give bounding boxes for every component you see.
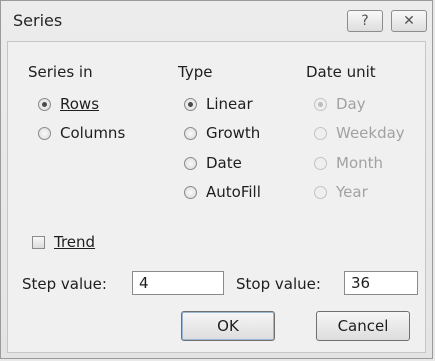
radio-circle[interactable] bbox=[38, 98, 51, 111]
columns-label: Columns bbox=[60, 124, 126, 142]
dialog-title: Series bbox=[13, 11, 63, 30]
series-in-title: Series in bbox=[28, 63, 93, 81]
radio-circle[interactable] bbox=[184, 186, 197, 199]
series-dialog: Series ? ✕ Series in Rows Columns Type L… bbox=[0, 0, 433, 359]
cancel-button[interactable]: Cancel bbox=[316, 311, 410, 341]
radio-circle[interactable] bbox=[314, 186, 327, 199]
title-bar: Series ? ✕ bbox=[1, 1, 434, 41]
date-label: Date bbox=[206, 154, 242, 172]
help-button[interactable]: ? bbox=[347, 10, 383, 32]
type-title: Type bbox=[178, 63, 213, 81]
linear-label: Linear bbox=[206, 95, 253, 113]
day-label: Day bbox=[336, 95, 366, 113]
ok-button[interactable]: OK bbox=[181, 311, 275, 341]
radio-circle[interactable] bbox=[38, 127, 51, 140]
checkbox-box[interactable] bbox=[32, 236, 45, 249]
close-button[interactable]: ✕ bbox=[391, 10, 427, 32]
close-icon: ✕ bbox=[403, 13, 415, 29]
autofill-label: AutoFill bbox=[206, 183, 261, 201]
radio-circle[interactable] bbox=[314, 157, 327, 170]
step-value-label: Step value: bbox=[22, 275, 107, 293]
trend-label: Trend bbox=[54, 233, 96, 251]
month-label: Month bbox=[336, 154, 384, 172]
year-label: Year bbox=[336, 183, 368, 201]
growth-label: Growth bbox=[206, 124, 261, 142]
step-value-input[interactable]: 4 bbox=[132, 271, 224, 295]
radio-circle[interactable] bbox=[184, 157, 197, 170]
help-icon: ? bbox=[361, 13, 369, 29]
radio-circle[interactable] bbox=[184, 98, 197, 111]
stop-value-label: Stop value: bbox=[236, 275, 321, 293]
date-unit-title: Date unit bbox=[306, 63, 376, 81]
weekday-label: Weekday bbox=[336, 124, 405, 142]
stop-value-input[interactable]: 36 bbox=[344, 271, 418, 295]
radio-circle[interactable] bbox=[314, 98, 327, 111]
rows-label: Rows bbox=[60, 95, 100, 113]
dialog-body: Series in Rows Columns Type Linear Growt… bbox=[7, 41, 426, 353]
radio-circle[interactable] bbox=[184, 127, 197, 140]
radio-circle[interactable] bbox=[314, 127, 327, 140]
